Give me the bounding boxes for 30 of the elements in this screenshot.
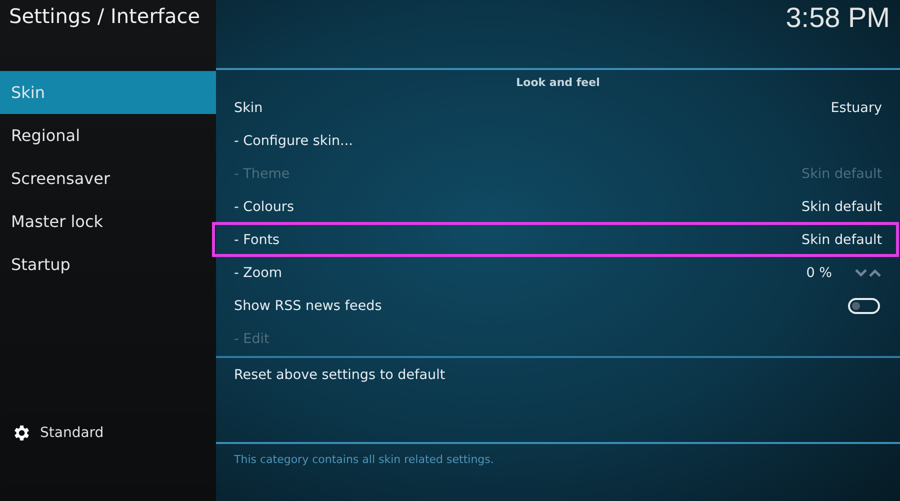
setting-label: - Zoom bbox=[234, 264, 282, 280]
section-heading: Look and feel bbox=[515, 75, 601, 91]
toggle-switch[interactable] bbox=[848, 298, 880, 314]
setting-row[interactable]: - Colours Skin default bbox=[216, 190, 898, 223]
setting-label: - Colours bbox=[234, 198, 294, 214]
setting-label: - Edit bbox=[234, 330, 270, 346]
setting-row[interactable]: Skin Estuary bbox=[216, 91, 898, 124]
category-description: This category contains all skin related settings. bbox=[234, 453, 494, 466]
settings-level-label[interactable]: Standard bbox=[40, 425, 104, 441]
setting-label: Show RSS news feeds bbox=[234, 298, 382, 314]
setting-value: Skin default bbox=[802, 166, 882, 182]
setting-label: - Theme bbox=[234, 166, 290, 182]
setting-value: Skin default bbox=[802, 198, 882, 214]
category-item[interactable]: Screensaver bbox=[0, 157, 216, 200]
setting-label: Skin bbox=[234, 100, 263, 116]
setting-row[interactable]: - Configure skin... bbox=[216, 124, 898, 157]
setting-row[interactable]: - Zoom 0 % bbox=[216, 256, 898, 289]
reset-button[interactable]: Reset above settings to default bbox=[216, 358, 898, 391]
page-title: Settings / Interface bbox=[9, 4, 200, 28]
setting-row[interactable]: - Fonts Skin default bbox=[213, 223, 898, 256]
category-item[interactable]: Startup bbox=[0, 243, 216, 286]
setting-label: - Fonts bbox=[234, 232, 280, 248]
setting-value: 0 % bbox=[806, 264, 832, 280]
setting-value: Estuary bbox=[830, 100, 882, 116]
clock: 3:58 PM bbox=[786, 2, 890, 35]
category-item[interactable]: Master lock bbox=[0, 200, 216, 243]
category-item[interactable]: Regional bbox=[0, 114, 216, 157]
setting-row[interactable]: Show RSS news feeds bbox=[216, 289, 898, 322]
setting-value: Skin default bbox=[802, 232, 882, 248]
setting-label: - Configure skin... bbox=[234, 132, 353, 148]
